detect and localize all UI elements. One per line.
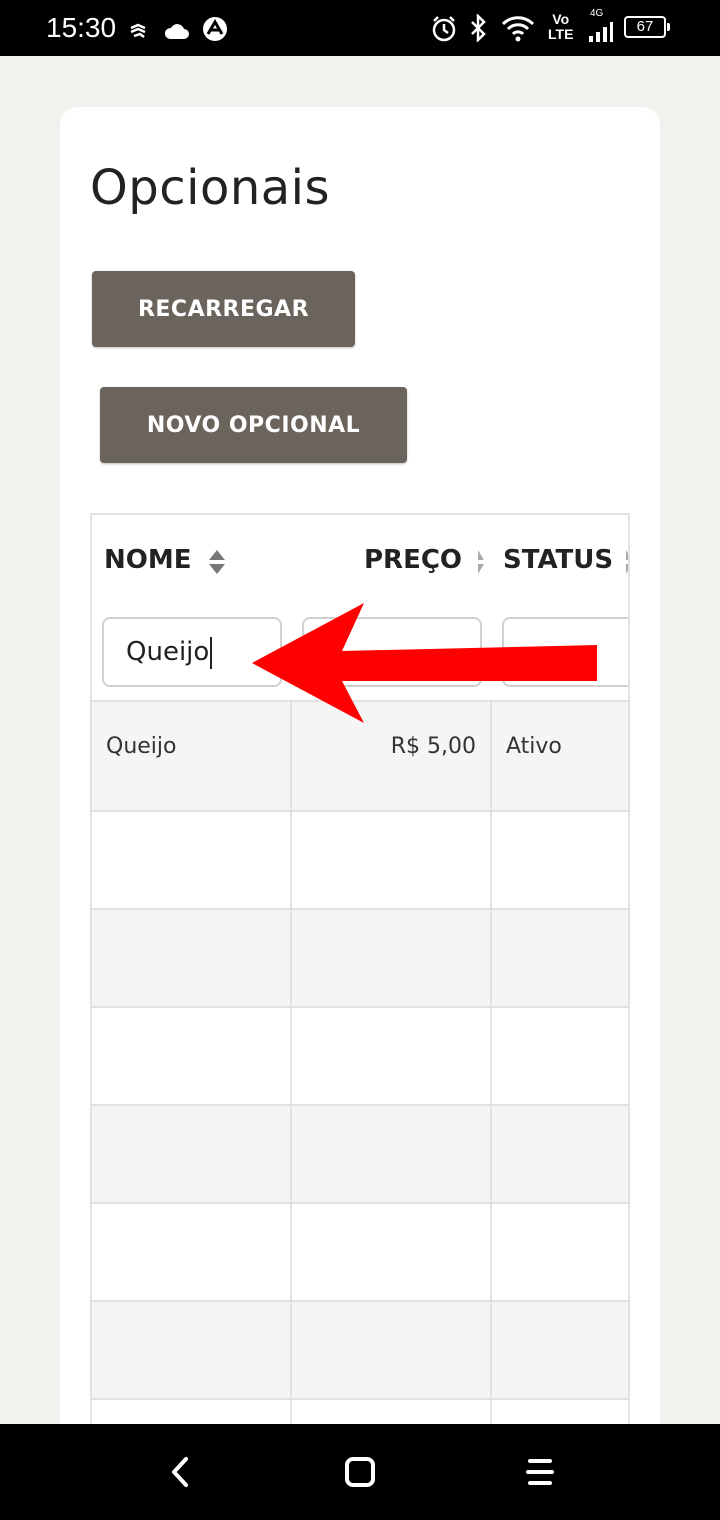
app-icon	[203, 17, 227, 41]
reload-button[interactable]: RECARREGAR	[92, 271, 355, 347]
new-option-button[interactable]: NOVO OPCIONAL	[100, 387, 407, 463]
navigation-bar	[0, 1424, 720, 1520]
signal-icon	[589, 22, 613, 42]
table-row-empty	[92, 1202, 628, 1300]
bluetooth-icon	[471, 14, 486, 42]
filter-nome-value: Queijo	[126, 637, 210, 667]
column-header-preco[interactable]: PREÇO	[364, 545, 462, 575]
sync-icon	[130, 23, 146, 38]
alarm-icon	[432, 16, 456, 42]
column-header-status[interactable]: STATUS	[503, 545, 613, 575]
table-row-empty	[92, 908, 628, 1006]
page-title: Opcionais	[90, 160, 331, 216]
table-row-empty	[92, 1006, 628, 1104]
column-divider	[490, 700, 492, 1431]
sort-icon[interactable]	[208, 549, 226, 575]
table-row-empty	[92, 810, 628, 908]
status-time: 15:30	[46, 12, 117, 43]
battery-icon: 67	[624, 16, 670, 38]
network-label-top: Vo	[552, 11, 570, 27]
table-row-empty	[92, 1104, 628, 1202]
cell-preco: R$ 5,00	[390, 734, 476, 759]
cloud-icon	[164, 24, 189, 39]
cell-nome: Queijo	[106, 734, 177, 759]
sort-icon[interactable]	[626, 549, 630, 575]
cell-status: Ativo	[506, 734, 562, 759]
network-label-bottom: LTE	[548, 26, 574, 42]
table-row-empty	[92, 1300, 628, 1398]
menu-icon[interactable]	[525, 1456, 555, 1488]
back-icon[interactable]	[168, 1456, 192, 1488]
network-label: Vo LTE	[548, 12, 573, 42]
text-caret	[210, 636, 213, 669]
sort-icon[interactable]	[478, 549, 484, 575]
status-bar: 15:30 Vo LTE 4G 67	[0, 0, 720, 56]
column-divider	[290, 700, 292, 1431]
wifi-icon	[501, 16, 535, 42]
red-arrow-annotation	[252, 603, 597, 723]
column-header-nome[interactable]: NOME	[104, 545, 192, 575]
home-icon[interactable]	[344, 1456, 376, 1488]
